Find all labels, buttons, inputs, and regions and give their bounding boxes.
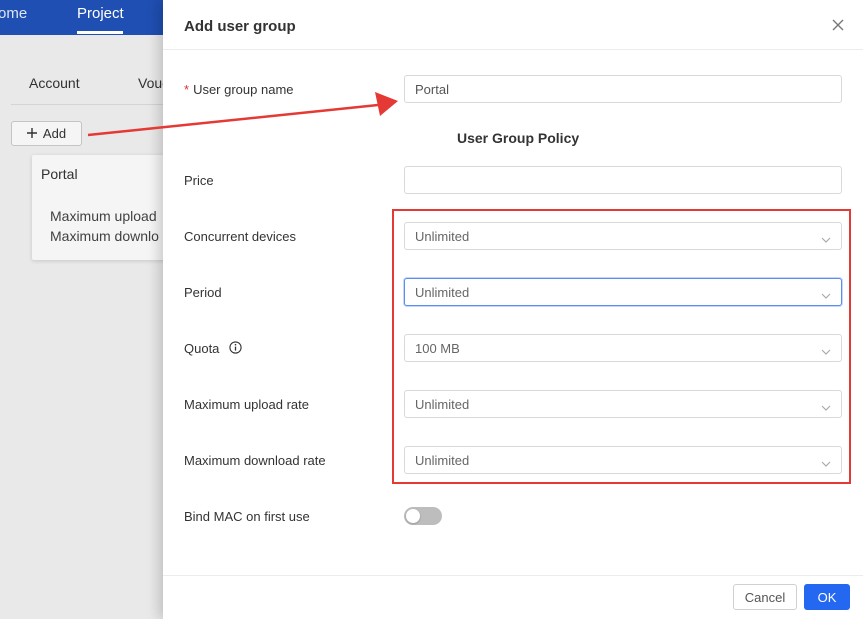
max-upload-label: Maximum upload rate (184, 397, 309, 412)
max-upload-select[interactable]: Unlimited (404, 390, 842, 418)
plus-icon (26, 126, 37, 141)
chevron-down-icon (821, 344, 831, 355)
period-value: Unlimited (415, 285, 470, 300)
price-input[interactable] (404, 166, 842, 194)
bind-mac-toggle[interactable] (404, 507, 442, 525)
tab-divider (11, 104, 170, 105)
dialog-header: Add user group (163, 0, 863, 50)
bind-mac-label: Bind MAC on first use (184, 509, 310, 524)
nav-home[interactable]: ome (0, 5, 27, 22)
nav-project[interactable]: Project (77, 5, 124, 22)
chevron-down-icon (821, 288, 831, 299)
chevron-down-icon (821, 232, 831, 243)
info-icon[interactable] (229, 341, 242, 354)
max-upload-value: Unlimited (415, 397, 470, 412)
quota-label: Quota (184, 341, 220, 356)
period-select[interactable]: Unlimited (404, 278, 842, 306)
nav-active-indicator (77, 31, 123, 34)
price-label: Price (184, 173, 214, 188)
chevron-down-icon (821, 456, 831, 467)
dialog-title: Add user group (184, 18, 296, 35)
ok-button[interactable]: OK (804, 584, 850, 610)
max-download-label: Maximum download rate (184, 453, 326, 468)
group-name-label-text: User group name (193, 82, 294, 97)
max-download-select[interactable]: Unlimited (404, 446, 842, 474)
card-title: Portal (41, 166, 78, 182)
card-line-upload: Maximum upload (50, 208, 157, 224)
group-name-input[interactable] (404, 75, 842, 103)
add-user-group-dialog: Add user group *User group name User Gro… (163, 0, 863, 619)
period-label: Period (184, 285, 222, 300)
concurrent-devices-label: Concurrent devices (184, 229, 296, 244)
close-icon[interactable] (831, 18, 845, 32)
concurrent-devices-value: Unlimited (415, 229, 470, 244)
card-line-download: Maximum downlo (50, 228, 159, 244)
add-group-button[interactable]: Add (11, 121, 82, 146)
cancel-button[interactable]: Cancel (733, 584, 797, 610)
toggle-knob (406, 509, 420, 523)
section-title-policy: User Group Policy (457, 130, 580, 146)
concurrent-devices-select[interactable]: Unlimited (404, 222, 842, 250)
chevron-down-icon (821, 400, 831, 411)
max-download-value: Unlimited (415, 453, 470, 468)
user-group-card[interactable]: Portal Maximum upload Maximum downlo (32, 155, 170, 260)
quota-value: 100 MB (415, 341, 460, 356)
group-name-label: * User group name (184, 82, 294, 97)
add-group-label: Add (42, 126, 67, 141)
tab-account[interactable]: Account (29, 75, 80, 91)
background-panel: Account Vouc Add Portal Maximum upload M… (0, 35, 170, 619)
required-asterisk: * (184, 82, 190, 97)
quota-select[interactable]: 100 MB (404, 334, 842, 362)
